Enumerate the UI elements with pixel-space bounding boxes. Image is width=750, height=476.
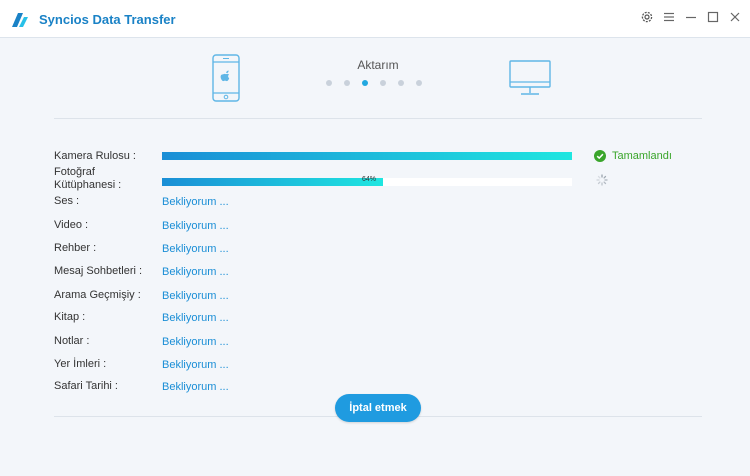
transfer-row-photo-library: Fotoğraf Kütüphanesi: 64%	[54, 166, 704, 194]
minimize-icon[interactable]	[684, 10, 698, 24]
transfer-row-messages: Mesaj Sohbetleri: Bekliyorum ...	[54, 265, 354, 281]
row-label: Yer İmleri:	[54, 358, 107, 370]
transfer-row-notes: Notlar: Bekliyorum ...	[54, 335, 354, 351]
step-dot	[416, 80, 422, 86]
cancel-button[interactable]: İptal etmek	[335, 394, 421, 422]
step-dot	[344, 80, 350, 86]
monitor-icon	[509, 60, 551, 95]
row-label: Kitap:	[54, 311, 86, 323]
maximize-icon[interactable]	[706, 10, 720, 24]
transfer-row-contacts: Rehber: Bekliyorum ...	[54, 242, 354, 258]
transfer-row-camera-roll: Kamera Rulosu: Tamamlandı	[54, 150, 704, 166]
step-dot	[380, 80, 386, 86]
status-complete: Tamamlandı	[594, 150, 672, 162]
status-waiting: Bekliyorum ...	[162, 381, 229, 393]
step-title: Aktarım	[357, 58, 399, 72]
transfer-row-safari-history: Safari Tarihi: Bekliyorum ...	[54, 380, 354, 396]
syncios-logo-icon	[12, 13, 28, 27]
menu-icon[interactable]	[662, 10, 676, 24]
row-label: Safari Tarihi:	[54, 380, 118, 392]
status-waiting: Bekliyorum ...	[162, 312, 229, 324]
settings-icon[interactable]	[640, 10, 654, 24]
status-waiting: Bekliyorum ...	[162, 336, 229, 348]
progress-fill	[162, 178, 384, 186]
row-label: Notlar:	[54, 335, 90, 347]
step-dot	[326, 80, 332, 86]
app-title: Syncios Data Transfer	[39, 12, 176, 27]
transfer-row-audio: Ses: Bekliyorum ...	[54, 195, 354, 211]
top-divider	[54, 118, 702, 119]
row-label: Video:	[54, 219, 88, 231]
row-label: Ses:	[54, 195, 80, 207]
row-label: Rehber:	[54, 242, 97, 254]
status-waiting: Bekliyorum ...	[162, 290, 229, 302]
status-waiting: Bekliyorum ...	[162, 266, 229, 278]
row-label: Fotoğraf Kütüphanesi:	[54, 166, 122, 191]
transfer-row-call-history: Arama Geçmişiy: Bekliyorum ...	[54, 289, 354, 305]
check-circle-icon	[594, 150, 606, 162]
transfer-row-bookmarks: Yer İmleri: Bekliyorum ...	[54, 358, 354, 374]
status-text: Tamamlandı	[612, 150, 672, 162]
row-label: Kamera Rulosu:	[54, 150, 136, 162]
loading-spinner-icon	[596, 174, 608, 186]
status-waiting: Bekliyorum ...	[162, 220, 229, 232]
row-label: Arama Geçmişiy:	[54, 289, 141, 301]
progress-bar	[162, 152, 572, 160]
row-label: Mesaj Sohbetleri:	[54, 265, 142, 277]
step-dot-active	[362, 80, 368, 86]
progress-fill	[162, 152, 572, 160]
progress-bar: 64%	[162, 176, 572, 186]
transfer-row-video: Video: Bekliyorum ...	[54, 219, 354, 235]
iphone-icon	[212, 54, 240, 102]
transfer-row-books: Kitap: Bekliyorum ...	[54, 311, 354, 327]
status-waiting: Bekliyorum ...	[162, 243, 229, 255]
status-waiting: Bekliyorum ...	[162, 196, 229, 208]
title-bar: Syncios Data Transfer	[0, 0, 750, 38]
progress-percent: 64%	[362, 176, 377, 183]
step-dot	[398, 80, 404, 86]
status-waiting: Bekliyorum ...	[162, 359, 229, 371]
close-icon[interactable]	[728, 10, 742, 24]
window-controls	[640, 10, 742, 24]
step-indicator	[326, 80, 422, 86]
